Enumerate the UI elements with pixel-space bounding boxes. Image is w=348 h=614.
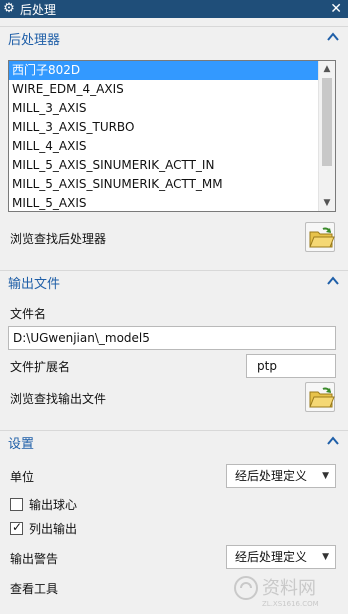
window-title: 后处理 xyxy=(20,2,57,17)
extension-field[interactable]: ptp xyxy=(246,354,336,378)
folder-open-icon xyxy=(309,387,335,408)
filename-field[interactable]: D:\UGwenjian\_model5 xyxy=(8,326,336,350)
watermark-subtext: ZL.XS1616.COM xyxy=(262,600,319,608)
list-output-row[interactable]: ✓ 列出输出 xyxy=(10,520,77,536)
output-ball-center-checkbox[interactable] xyxy=(10,497,23,511)
section-header-postprocessor[interactable]: 后处理器 xyxy=(0,26,348,50)
gear-icon[interactable]: ⚙ xyxy=(0,0,18,18)
unit-dropdown[interactable]: 经后处理定义 ▼ xyxy=(226,464,336,488)
output-warning-dropdown[interactable]: 经后处理定义 ▼ xyxy=(226,545,336,569)
collapse-caret-icon[interactable] xyxy=(326,274,340,288)
output-warning-dropdown-value: 经后处理定义 xyxy=(235,550,308,564)
list-item[interactable]: MILL_5_AXIS_SINUMERIK_ACTT_MM xyxy=(9,175,318,194)
list-item[interactable]: 西门子802D xyxy=(9,61,318,80)
section-title-output-file: 输出文件 xyxy=(8,277,61,292)
watermark-logo: 资料网 ZL.XS1616.COM xyxy=(232,570,344,610)
list-item[interactable]: MILL_5_AXIS_SINUMERIK_ACTT_IN xyxy=(9,156,318,175)
list-item[interactable]: MILL_5_AXIS xyxy=(9,194,318,211)
browse-output-button[interactable] xyxy=(305,382,335,412)
scroll-down-icon[interactable]: ▼ xyxy=(319,195,335,211)
list-item[interactable]: MILL_3_AXIS xyxy=(9,99,318,118)
watermark-text: 资料网 xyxy=(262,578,316,599)
browse-postprocessor-label: 浏览查找后处理器 xyxy=(10,232,107,246)
list-output-label: 列出输出 xyxy=(29,521,78,536)
list-item[interactable]: WIRE_EDM_4_AXIS xyxy=(9,80,318,99)
section-title-postprocessor: 后处理器 xyxy=(8,33,61,48)
review-tool-label: 查看工具 xyxy=(10,582,59,596)
browse-postprocessor-button[interactable] xyxy=(305,222,335,252)
section-header-settings[interactable]: 设置 xyxy=(0,430,348,454)
collapse-caret-icon[interactable] xyxy=(326,434,340,448)
output-ball-center-label: 输出球心 xyxy=(29,497,78,512)
title-bar: ⚙ 后处理 ✕ xyxy=(0,0,348,18)
collapse-caret-icon[interactable] xyxy=(326,30,340,44)
unit-label: 单位 xyxy=(10,470,35,484)
unit-dropdown-value: 经后处理定义 xyxy=(235,469,308,483)
section-title-settings: 设置 xyxy=(8,437,35,452)
filename-label: 文件名 xyxy=(10,307,47,321)
list-item[interactable]: MILL_4_AXIS xyxy=(9,137,318,156)
chevron-down-icon: ▼ xyxy=(322,471,329,481)
extension-label: 文件扩展名 xyxy=(10,360,71,374)
scroll-thumb[interactable] xyxy=(322,78,332,166)
list-output-checkbox[interactable]: ✓ xyxy=(10,520,23,535)
close-icon[interactable]: ✕ xyxy=(330,0,342,18)
chevron-down-icon: ▼ xyxy=(322,552,329,562)
postprocessor-list[interactable]: 西门子802D WIRE_EDM_4_AXIS MILL_3_AXIS MILL_3_… xyxy=(8,60,336,212)
scroll-up-icon[interactable]: ▲ xyxy=(319,61,335,77)
browse-output-label: 浏览查找输出文件 xyxy=(10,392,107,406)
section-header-output-file[interactable]: 输出文件 xyxy=(0,270,348,294)
output-ball-center-row[interactable]: 输出球心 xyxy=(10,496,77,512)
output-warning-label: 输出警告 xyxy=(10,552,59,566)
list-item[interactable]: MILL_3_AXIS_TURBO xyxy=(9,118,318,137)
folder-open-icon xyxy=(309,227,335,248)
list-scrollbar[interactable]: ▲ ▼ xyxy=(318,61,335,211)
